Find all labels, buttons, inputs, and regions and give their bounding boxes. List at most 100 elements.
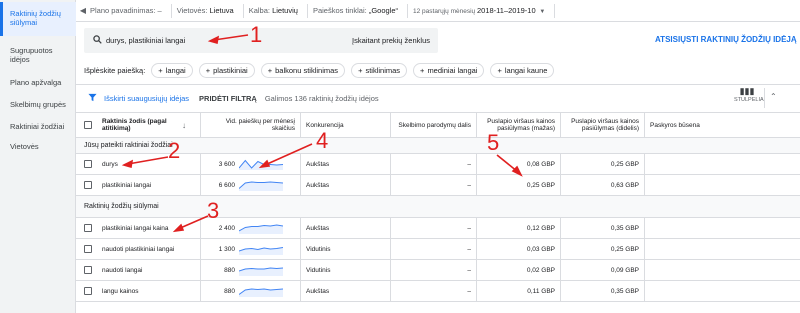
keyword-cell: naudoti plastikiniai langai xyxy=(102,245,175,253)
bid-high-cell: 0,25 GBP xyxy=(560,154,644,174)
bid-low-cell: 0,03 GBP xyxy=(476,239,560,259)
group-header-provided: Jūsų pateikti raktiniai žodžiai xyxy=(76,138,800,154)
account-status-cell xyxy=(644,154,800,174)
row-select-cell xyxy=(84,281,98,301)
trend-sparkline[interactable] xyxy=(239,264,283,276)
columns-label: STULPELIAI xyxy=(734,97,766,103)
competition-cell: Vidutinis xyxy=(300,260,390,280)
table-row[interactable]: langu kainos 880 Aukštas –0,11 GBP 0,35 GBP xyxy=(76,281,800,302)
header-keyword-label: Raktinis žodis (pagal atitikimą) xyxy=(102,118,167,132)
row-checkbox[interactable] xyxy=(84,245,92,253)
row-checkbox[interactable] xyxy=(84,181,92,189)
keyword-cell: langu kainos xyxy=(102,287,139,295)
plus-icon: + xyxy=(267,65,273,75)
volume-value: 1 300 xyxy=(218,245,235,253)
bid-low-cell: 0,08 GBP xyxy=(476,154,560,174)
impression-share-cell: – xyxy=(390,260,476,280)
location-setting[interactable]: Vietovės: Lietuva xyxy=(177,6,234,15)
bid-low-cell: 0,02 GBP xyxy=(476,260,560,280)
suggestion-chip[interactable]: + langai xyxy=(151,62,193,78)
account-status-cell xyxy=(644,218,800,238)
row-checkbox[interactable] xyxy=(84,287,92,295)
filter-icon[interactable] xyxy=(88,93,100,104)
sidebar-item-plan-overview[interactable]: Plano apžvalga xyxy=(0,72,76,93)
network-value: „Google“ xyxy=(368,6,399,15)
suggestion-chip[interactable]: + balkonu stiklinimas xyxy=(260,62,346,78)
plan-settings-bar: ◀ Plano pavadinimas: – Vietovės: Lietuva… xyxy=(76,0,800,22)
account-status-cell xyxy=(644,260,800,280)
sidebar-item-keyword-ideas[interactable]: Raktinių žodžių siūlymai xyxy=(0,2,76,36)
table-row[interactable]: plastikiniai langai kaina 2 400 Aukštas –0,… xyxy=(76,218,800,239)
table-row[interactable]: naudoti plastikiniai langai 1 300 Vidutini… xyxy=(76,239,800,260)
row-checkbox[interactable] xyxy=(84,266,92,274)
impression-share-cell: – xyxy=(390,154,476,174)
suggestion-chip[interactable]: + langai kaune xyxy=(490,62,555,78)
account-status-cell xyxy=(644,281,800,301)
trend-sparkline[interactable] xyxy=(239,243,283,255)
bid-high-cell: 0,35 GBP xyxy=(560,281,644,301)
columns-button[interactable]: ▮▮▮ STULPELIAI xyxy=(734,86,765,108)
trend-sparkline[interactable] xyxy=(239,285,283,297)
language-setting[interactable]: Kalba: Lietuvių xyxy=(249,6,298,15)
select-all-checkbox[interactable] xyxy=(84,121,92,129)
volume-value: 2 400 xyxy=(218,224,235,232)
plus-icon: + xyxy=(205,65,211,75)
suggestion-rows: plastikiniai langai kaina 2 400 Aukštas –0,… xyxy=(76,218,800,302)
bid-low-cell: 0,12 GBP xyxy=(476,218,560,238)
chip-label: balkonu stiklinimas xyxy=(275,65,339,75)
date-range-setting[interactable]: 12 pastarųjų mėnesių 2018-11–2019-10 ▼ xyxy=(413,6,545,15)
sidebar-item-keywords[interactable]: Raktiniai žodžiai xyxy=(0,116,76,137)
sort-arrow-icon: ↓ xyxy=(182,120,186,130)
trend-sparkline[interactable] xyxy=(239,222,283,234)
bid-high-cell: 0,63 GBP xyxy=(560,175,644,195)
columns-icon: ▮▮▮ xyxy=(739,86,755,96)
volume-value: 6 600 xyxy=(218,181,235,189)
impression-share-cell: – xyxy=(390,239,476,259)
sidebar-item-locations[interactable]: Vietovės xyxy=(0,136,76,157)
broaden-search-label: Išplėskite paiešką: xyxy=(84,65,146,75)
competition-cell: Aukštas xyxy=(300,154,390,174)
table-row[interactable]: durys 3 600 Aukštas –0,08 GBP 0,25 GBP xyxy=(76,154,800,175)
plan-name[interactable]: Plano pavadinimas: – xyxy=(90,6,162,15)
include-brands-label[interactable]: Įskaitant prekių ženklus xyxy=(352,36,430,45)
suggestion-chip[interactable]: + mediniai langai xyxy=(413,62,485,78)
row-checkbox[interactable] xyxy=(84,160,92,168)
sidebar-item-grouped-ideas[interactable]: Sugrupuotos idėjos xyxy=(0,40,76,70)
competition-cell: Vidutinis xyxy=(300,239,390,259)
annotation-number: 5 xyxy=(487,130,500,155)
trend-sparkline[interactable] xyxy=(239,158,283,170)
header-volume[interactable]: Vid. paieškų per mėnesį skaičius xyxy=(200,113,300,137)
header-impression-share[interactable]: Skelbimo parodymų dalis xyxy=(390,113,476,137)
location-label: Vietovės: xyxy=(176,6,208,15)
competition-cell: Aukštas xyxy=(300,218,390,238)
sidebar-item-ad-groups[interactable]: Skelbimų grupės xyxy=(0,94,76,115)
group-header-suggestions: Raktinių žodžių siūlymai xyxy=(76,196,800,218)
header-account-status[interactable]: Paskyros būsena xyxy=(644,113,800,137)
row-select-cell xyxy=(84,175,98,195)
sidebar: Raktinių žodžių siūlymai Sugrupuotos idė… xyxy=(0,0,76,313)
table-row[interactable]: plastikiniai langai 6 600 Aukštas –0,25 GBP… xyxy=(76,175,800,196)
suggestion-chip[interactable]: + stiklinimas xyxy=(351,62,408,78)
network-setting[interactable]: Paieškos tinklai: „Google“ xyxy=(313,6,398,15)
impression-share-cell: – xyxy=(390,175,476,195)
plus-icon: + xyxy=(497,65,502,75)
add-filter-button[interactable]: PRIDĖTI FILTRĄ xyxy=(199,94,257,103)
chevron-left-icon[interactable]: ◀ xyxy=(76,6,90,15)
download-keyword-ideas-button[interactable]: ATSISIŲSTI RAKTINIŲ ŽODŽIŲ IDĖJĄ xyxy=(655,35,797,44)
chip-label: stiklinimas xyxy=(365,65,401,75)
bid-low-cell: 0,25 GBP xyxy=(476,175,560,195)
header-keyword[interactable]: Raktinis žodis (pagal atitikimą) ↓ xyxy=(102,113,200,137)
exclude-adult-filter[interactable]: Išskirti suaugusiųjų idėjas xyxy=(104,94,189,103)
trend-sparkline[interactable] xyxy=(239,179,283,191)
row-checkbox[interactable] xyxy=(84,224,92,232)
header-bid-high[interactable]: Puslapio viršaus kainos pasiūlymas (dide… xyxy=(560,113,644,137)
chevron-up-icon[interactable]: ⌃ xyxy=(770,92,777,101)
bid-high-cell: 0,35 GBP xyxy=(560,218,644,238)
volume-cell: 1 300 xyxy=(200,239,300,259)
language-value: Lietuvių xyxy=(272,6,298,15)
table-row[interactable]: naudoti langai 880 Vidutinis –0,02 GBP 0,09 … xyxy=(76,260,800,281)
suggestion-chip[interactable]: + plastikiniai xyxy=(198,62,255,78)
keyword-cell: naudoti langai xyxy=(102,266,143,274)
chip-label: langai xyxy=(165,65,186,75)
header-competition[interactable]: Konkurencija xyxy=(300,113,390,137)
